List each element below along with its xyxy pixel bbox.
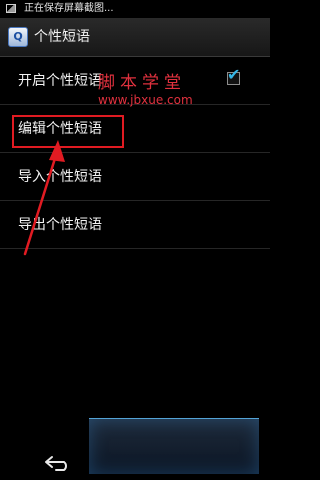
keyboard-panel xyxy=(89,418,259,474)
list-item-label: 开启个性短语 xyxy=(18,73,102,89)
action-bar: Q 个性短语 xyxy=(0,18,270,57)
list-item-label: 导出个性短语 xyxy=(18,217,102,233)
page-title: 个性短语 xyxy=(34,29,90,45)
list-item-enable-phrases[interactable]: 开启个性短语 ✔ xyxy=(0,57,270,105)
status-bar: 正在保存屏幕截图... xyxy=(0,0,270,18)
list-item-export-phrases[interactable]: 导出个性短语 xyxy=(0,201,270,249)
check-mark-icon: ✔ xyxy=(227,65,241,84)
status-notification-text: 正在保存屏幕截图... xyxy=(24,3,114,14)
app-icon[interactable]: Q xyxy=(8,27,28,47)
list-item-import-phrases[interactable]: 导入个性短语 xyxy=(0,153,270,201)
back-arrow-icon xyxy=(45,456,67,471)
settings-list: 开启个性短语 ✔ 编辑个性短语 导入个性短语 导出个性短语 xyxy=(0,57,270,249)
list-item-label: 导入个性短语 xyxy=(18,169,102,185)
annotation-highlight-box xyxy=(12,115,124,148)
enable-phrases-checkbox[interactable]: ✔ xyxy=(227,67,240,85)
screenshot-icon xyxy=(6,4,16,13)
back-button[interactable] xyxy=(40,452,76,474)
